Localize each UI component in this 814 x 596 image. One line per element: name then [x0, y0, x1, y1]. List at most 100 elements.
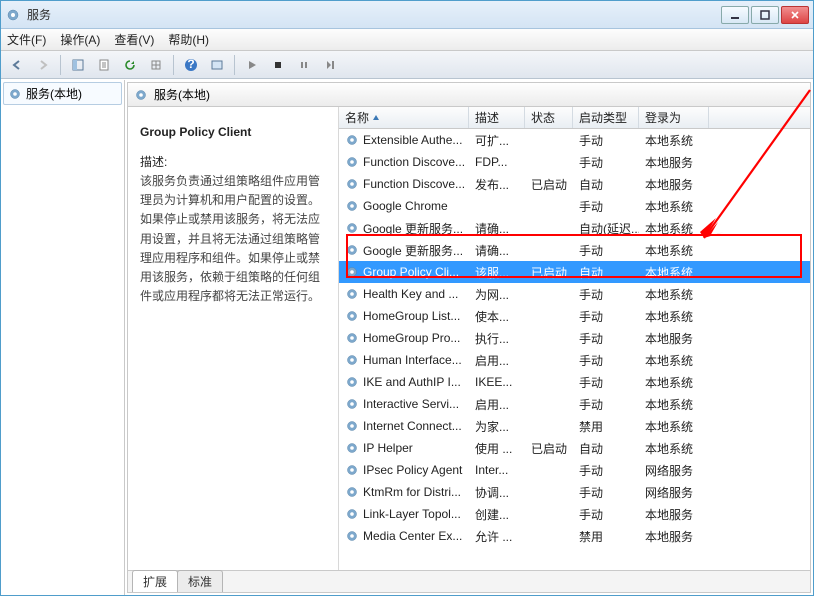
table-row[interactable]: Group Policy Cli...该服...已启动自动本地系统 [339, 261, 810, 283]
cell-logon: 本地系统 [639, 242, 709, 259]
gear-icon [345, 375, 359, 389]
table-row[interactable]: Google Chrome手动本地系统 [339, 195, 810, 217]
toolbar: ? [1, 51, 813, 79]
cell-name: IKE and AuthIP I... [339, 375, 469, 389]
stop-service-button[interactable] [266, 54, 290, 76]
tab-standard[interactable]: 标准 [177, 570, 223, 592]
cell-name: Group Policy Cli... [339, 265, 469, 279]
description-text: 该服务负责通过组策略组件应用管理员为计算机和用户配置的设置。如果停止或禁用该服务… [140, 172, 326, 306]
forward-button[interactable] [31, 54, 55, 76]
minimize-button[interactable] [721, 6, 749, 24]
properties-button[interactable] [92, 54, 116, 76]
services-app-icon [5, 7, 21, 23]
tree-root-item[interactable]: 服务(本地) [3, 82, 122, 105]
cell-desc: 启用... [469, 396, 525, 413]
cell-desc: Inter... [469, 463, 525, 477]
table-row[interactable]: Extensible Authe...可扩...手动本地系统 [339, 129, 810, 151]
gear-icon [345, 507, 359, 521]
cell-logon: 本地系统 [639, 352, 709, 369]
export-button[interactable] [144, 54, 168, 76]
table-row[interactable]: Human Interface...启用...手动本地系统 [339, 349, 810, 371]
cell-logon: 网络服务 [639, 484, 709, 501]
table-row[interactable]: Interactive Servi...启用...手动本地系统 [339, 393, 810, 415]
services-window: 服务 文件(F) 操作(A) 查看(V) 帮助(H) ? [0, 0, 814, 596]
table-row[interactable]: Health Key and ...为网...手动本地系统 [339, 283, 810, 305]
col-status[interactable]: 状态 [525, 107, 573, 128]
close-button[interactable] [781, 6, 809, 24]
gear-icon [345, 441, 359, 455]
table-row[interactable]: IPsec Policy AgentInter...手动网络服务 [339, 459, 810, 481]
table-row[interactable]: HomeGroup List...使本...手动本地系统 [339, 305, 810, 327]
cell-name: Health Key and ... [339, 287, 469, 301]
tab-extended[interactable]: 扩展 [132, 570, 178, 592]
table-row[interactable]: KtmRm for Distri...协调...手动网络服务 [339, 481, 810, 503]
start-service-button[interactable] [240, 54, 264, 76]
table-row[interactable]: Function Discove...FDP...手动本地服务 [339, 151, 810, 173]
col-name[interactable]: 名称 [339, 107, 469, 128]
menu-file[interactable]: 文件(F) [7, 31, 46, 48]
detail-body: Group Policy Client 描述: 该服务负责通过组策略组件应用管理… [128, 107, 810, 570]
cell-name: Function Discove... [339, 155, 469, 169]
cell-start: 手动 [573, 286, 639, 303]
col-start[interactable]: 启动类型 [573, 107, 639, 128]
gear-icon [345, 529, 359, 543]
col-logon[interactable]: 登录为 [639, 107, 709, 128]
restart-service-button[interactable] [318, 54, 342, 76]
gear-icon [345, 353, 359, 367]
cell-name: Media Center Ex... [339, 529, 469, 543]
maximize-button[interactable] [751, 6, 779, 24]
gear-icon [345, 243, 359, 257]
gear-icon [345, 199, 359, 213]
cell-start: 自动 [573, 264, 639, 281]
cell-desc: 可扩... [469, 132, 525, 149]
table-row[interactable]: Link-Layer Topol...创建...手动本地服务 [339, 503, 810, 525]
menu-help[interactable]: 帮助(H) [168, 31, 209, 48]
table-row[interactable]: HomeGroup Pro...执行...手动本地服务 [339, 327, 810, 349]
cell-desc: 为网... [469, 286, 525, 303]
table-row[interactable]: IP Helper使用 ...已启动自动本地系统 [339, 437, 810, 459]
titlebar[interactable]: 服务 [1, 1, 813, 29]
cell-desc: 创建... [469, 506, 525, 523]
description-label: 描述: [140, 153, 326, 170]
window-title: 服务 [27, 6, 721, 23]
list-header: 名称 描述 状态 启动类型 登录为 [339, 107, 810, 129]
toolbar-separator [173, 55, 174, 75]
table-row[interactable]: Internet Connect...为家...禁用本地系统 [339, 415, 810, 437]
gear-icon [8, 87, 22, 101]
cell-desc: 为家... [469, 418, 525, 435]
table-row[interactable]: Media Center Ex...允许 ...禁用本地服务 [339, 525, 810, 547]
cell-logon: 本地服务 [639, 506, 709, 523]
back-button[interactable] [5, 54, 29, 76]
cell-logon: 本地系统 [639, 374, 709, 391]
cell-name: Google 更新服务... [339, 242, 469, 259]
table-row[interactable]: Function Discove...发布...已启动自动本地服务 [339, 173, 810, 195]
list-body[interactable]: Extensible Authe...可扩...手动本地系统Function D… [339, 129, 810, 570]
gear-icon [345, 397, 359, 411]
show-hide-tree-button[interactable] [66, 54, 90, 76]
detail-header-title: 服务(本地) [154, 86, 210, 103]
cell-desc: 发布... [469, 176, 525, 193]
refresh-button[interactable] [118, 54, 142, 76]
help-button[interactable]: ? [179, 54, 203, 76]
action-button[interactable] [205, 54, 229, 76]
sort-asc-icon [372, 114, 380, 122]
table-row[interactable]: Google 更新服务...请确...手动本地系统 [339, 239, 810, 261]
cell-desc: 启用... [469, 352, 525, 369]
selected-service-name: Group Policy Client [140, 125, 326, 139]
cell-name: Extensible Authe... [339, 133, 469, 147]
cell-desc: 该服... [469, 264, 525, 281]
table-row[interactable]: IKE and AuthIP I...IKEE...手动本地系统 [339, 371, 810, 393]
cell-name: Function Discove... [339, 177, 469, 191]
col-desc[interactable]: 描述 [469, 107, 525, 128]
cell-logon: 网络服务 [639, 462, 709, 479]
gear-icon [345, 133, 359, 147]
menu-view[interactable]: 查看(V) [114, 31, 154, 48]
pause-service-button[interactable] [292, 54, 316, 76]
menu-action[interactable]: 操作(A) [60, 31, 100, 48]
tree-pane[interactable]: 服务(本地) [1, 80, 125, 595]
cell-start: 手动 [573, 330, 639, 347]
table-row[interactable]: Google 更新服务...请确...自动(延迟...本地系统 [339, 217, 810, 239]
cell-logon: 本地服务 [639, 528, 709, 545]
cell-start: 手动 [573, 506, 639, 523]
cell-start: 自动 [573, 176, 639, 193]
